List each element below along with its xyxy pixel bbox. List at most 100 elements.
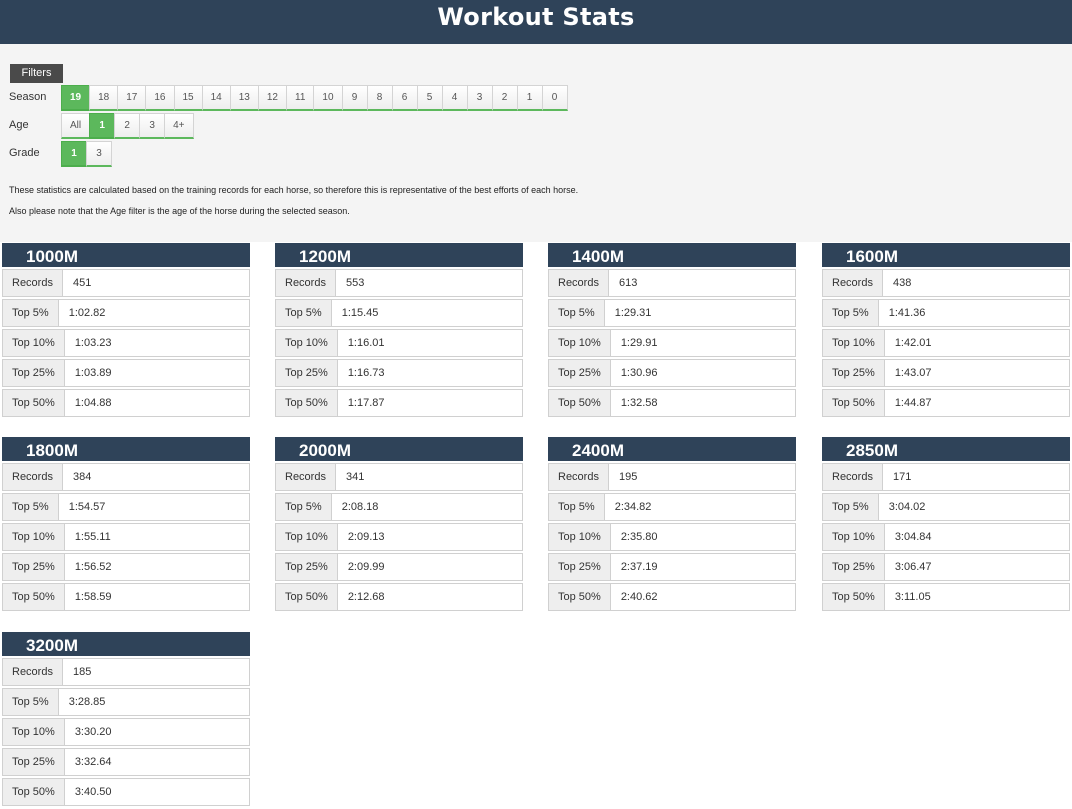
stat-row: Top 5% 2:08.18: [275, 493, 523, 521]
distance-card-2850m: 2850M Records 171 Top 5% 3:04.02 Top 10% 3:04.…: [822, 437, 1070, 611]
stat-row: Top 10% 1:16.01: [275, 329, 523, 357]
season-option-5[interactable]: 5: [416, 85, 443, 111]
stat-value: 2:08.18: [341, 501, 379, 513]
season-option-11[interactable]: 11: [286, 85, 315, 111]
stat-value: 1:54.57: [68, 501, 106, 513]
grade-option-3[interactable]: 3: [86, 141, 112, 167]
season-option-1[interactable]: 1: [516, 85, 543, 111]
stat-row: Records 195: [548, 463, 796, 491]
stat-label: Top 25%: [276, 554, 338, 580]
season-option-3[interactable]: 3: [466, 85, 493, 111]
distance-card-1800m: 1800M Records 384 Top 5% 1:54.57 Top 10% 1:55.…: [2, 437, 250, 611]
stat-row: Top 25% 1:03.89: [2, 359, 250, 387]
stat-value: 1:56.52: [74, 561, 112, 573]
stat-label: Top 5%: [823, 494, 879, 520]
stat-row: Top 50% 3:40.50: [2, 778, 250, 806]
stat-label: Top 25%: [823, 360, 885, 386]
stat-row: Top 25% 3:06.47: [822, 553, 1070, 581]
season-option-4[interactable]: 4: [441, 85, 468, 111]
page-header: Workout Stats: [0, 0, 1072, 44]
info-note-age: Also please note that the Age filter is …: [9, 206, 350, 216]
stat-row: Top 5% 1:02.82: [2, 299, 250, 327]
stat-row: Top 5% 1:41.36: [822, 299, 1070, 327]
stat-row: Top 10% 2:09.13: [275, 523, 523, 551]
stat-label: Records: [276, 270, 336, 296]
stat-label: Records: [276, 464, 336, 490]
distance-title: 3200M: [2, 632, 250, 656]
stat-row: Top 10% 1:03.23: [2, 329, 250, 357]
stat-value: 2:09.99: [347, 561, 385, 573]
stat-value: 384: [72, 471, 92, 483]
stat-value: 195: [618, 471, 638, 483]
stat-row: Records 438: [822, 269, 1070, 297]
distance-card-1400m: 1400M Records 613 Top 5% 1:29.31 Top 10% 1:29.…: [548, 243, 796, 417]
stat-label: Top 25%: [3, 749, 65, 775]
filters-tab[interactable]: Filters: [10, 64, 63, 83]
season-label: Season: [9, 91, 47, 103]
stat-label: Top 50%: [549, 584, 611, 610]
stat-label: Records: [3, 464, 63, 490]
age-label: Age: [9, 119, 29, 131]
grade-option-1[interactable]: 1: [61, 141, 87, 167]
age-option-all[interactable]: All: [61, 113, 91, 139]
stat-row: Top 50% 1:17.87: [275, 389, 523, 417]
stat-value: 1:29.91: [620, 337, 658, 349]
stat-label: Top 50%: [3, 584, 65, 610]
season-option-6[interactable]: 6: [391, 85, 418, 111]
season-option-18[interactable]: 18: [89, 85, 119, 111]
stat-label: Top 25%: [276, 360, 338, 386]
season-options: 19 18 17 16 15 14 13 12 11 10 9 8 6 5 4 3 2 1 0: [61, 85, 568, 111]
stat-value: 1:43.07: [894, 367, 932, 379]
stat-row: Top 50% 1:32.58: [548, 389, 796, 417]
stat-row: Top 25% 1:56.52: [2, 553, 250, 581]
age-option-2[interactable]: 2: [114, 113, 141, 139]
season-option-15[interactable]: 15: [173, 85, 203, 111]
stat-value: 1:58.59: [74, 591, 112, 603]
stat-label: Top 10%: [823, 524, 885, 550]
distance-card-3200m: 3200M Records 185 Top 5% 3:28.85 Top 10% 3:30.…: [2, 632, 250, 806]
stat-row: Top 10% 2:35.80: [548, 523, 796, 551]
distance-title: 2850M: [822, 437, 1070, 461]
stat-row: Top 5% 1:29.31: [548, 299, 796, 327]
season-option-16[interactable]: 16: [145, 85, 175, 111]
grade-options: 13: [61, 141, 112, 167]
season-option-12[interactable]: 12: [257, 85, 287, 111]
info-note-training: These statistics are calculated based on…: [9, 185, 579, 195]
season-option-8[interactable]: 8: [366, 85, 393, 111]
stat-row: Top 50% 2:12.68: [275, 583, 523, 611]
season-option-19[interactable]: 19: [61, 85, 91, 111]
stat-label: Top 50%: [276, 390, 338, 416]
season-option-14[interactable]: 14: [201, 85, 231, 111]
stat-row: Top 25% 2:09.99: [275, 553, 523, 581]
stat-row: Top 50% 1:58.59: [2, 583, 250, 611]
stat-value: 1:30.96: [620, 367, 658, 379]
stat-value: 1:42.01: [894, 337, 932, 349]
stat-value: 1:55.11: [74, 531, 111, 543]
season-option-2[interactable]: 2: [491, 85, 518, 111]
stat-value: 1:41.36: [888, 307, 926, 319]
stat-row: Top 5% 3:28.85: [2, 688, 250, 716]
stat-value: 1:02.82: [68, 307, 106, 319]
stat-value: 3:11.05: [894, 591, 931, 603]
stat-label: Records: [3, 659, 63, 685]
season-option-17[interactable]: 17: [117, 85, 147, 111]
season-option-10[interactable]: 10: [313, 85, 343, 111]
stat-value: 3:30.20: [74, 726, 112, 738]
season-option-9[interactable]: 9: [341, 85, 368, 111]
page-title: Workout Stats: [437, 3, 635, 31]
stat-label: Records: [549, 270, 609, 296]
season-option-13[interactable]: 13: [229, 85, 259, 111]
age-option-1[interactable]: 1: [89, 113, 116, 139]
stat-value: 1:17.87: [347, 397, 385, 409]
season-option-0[interactable]: 0: [541, 85, 568, 111]
stat-value: 1:29.31: [614, 307, 652, 319]
stat-value: 2:34.82: [614, 501, 652, 513]
age-option-3[interactable]: 3: [139, 113, 166, 139]
stat-value: 3:04.84: [894, 531, 932, 543]
stat-row: Top 25% 3:32.64: [2, 748, 250, 776]
distance-card-2000m: 2000M Records 341 Top 5% 2:08.18 Top 10% 2:09.…: [275, 437, 523, 611]
age-option-4plus[interactable]: 4+: [164, 113, 194, 139]
distance-card-1200m: 1200M Records 553 Top 5% 1:15.45 Top 10% 1:16.…: [275, 243, 523, 417]
stat-label: Top 10%: [276, 330, 338, 356]
distance-title: 1800M: [2, 437, 250, 461]
